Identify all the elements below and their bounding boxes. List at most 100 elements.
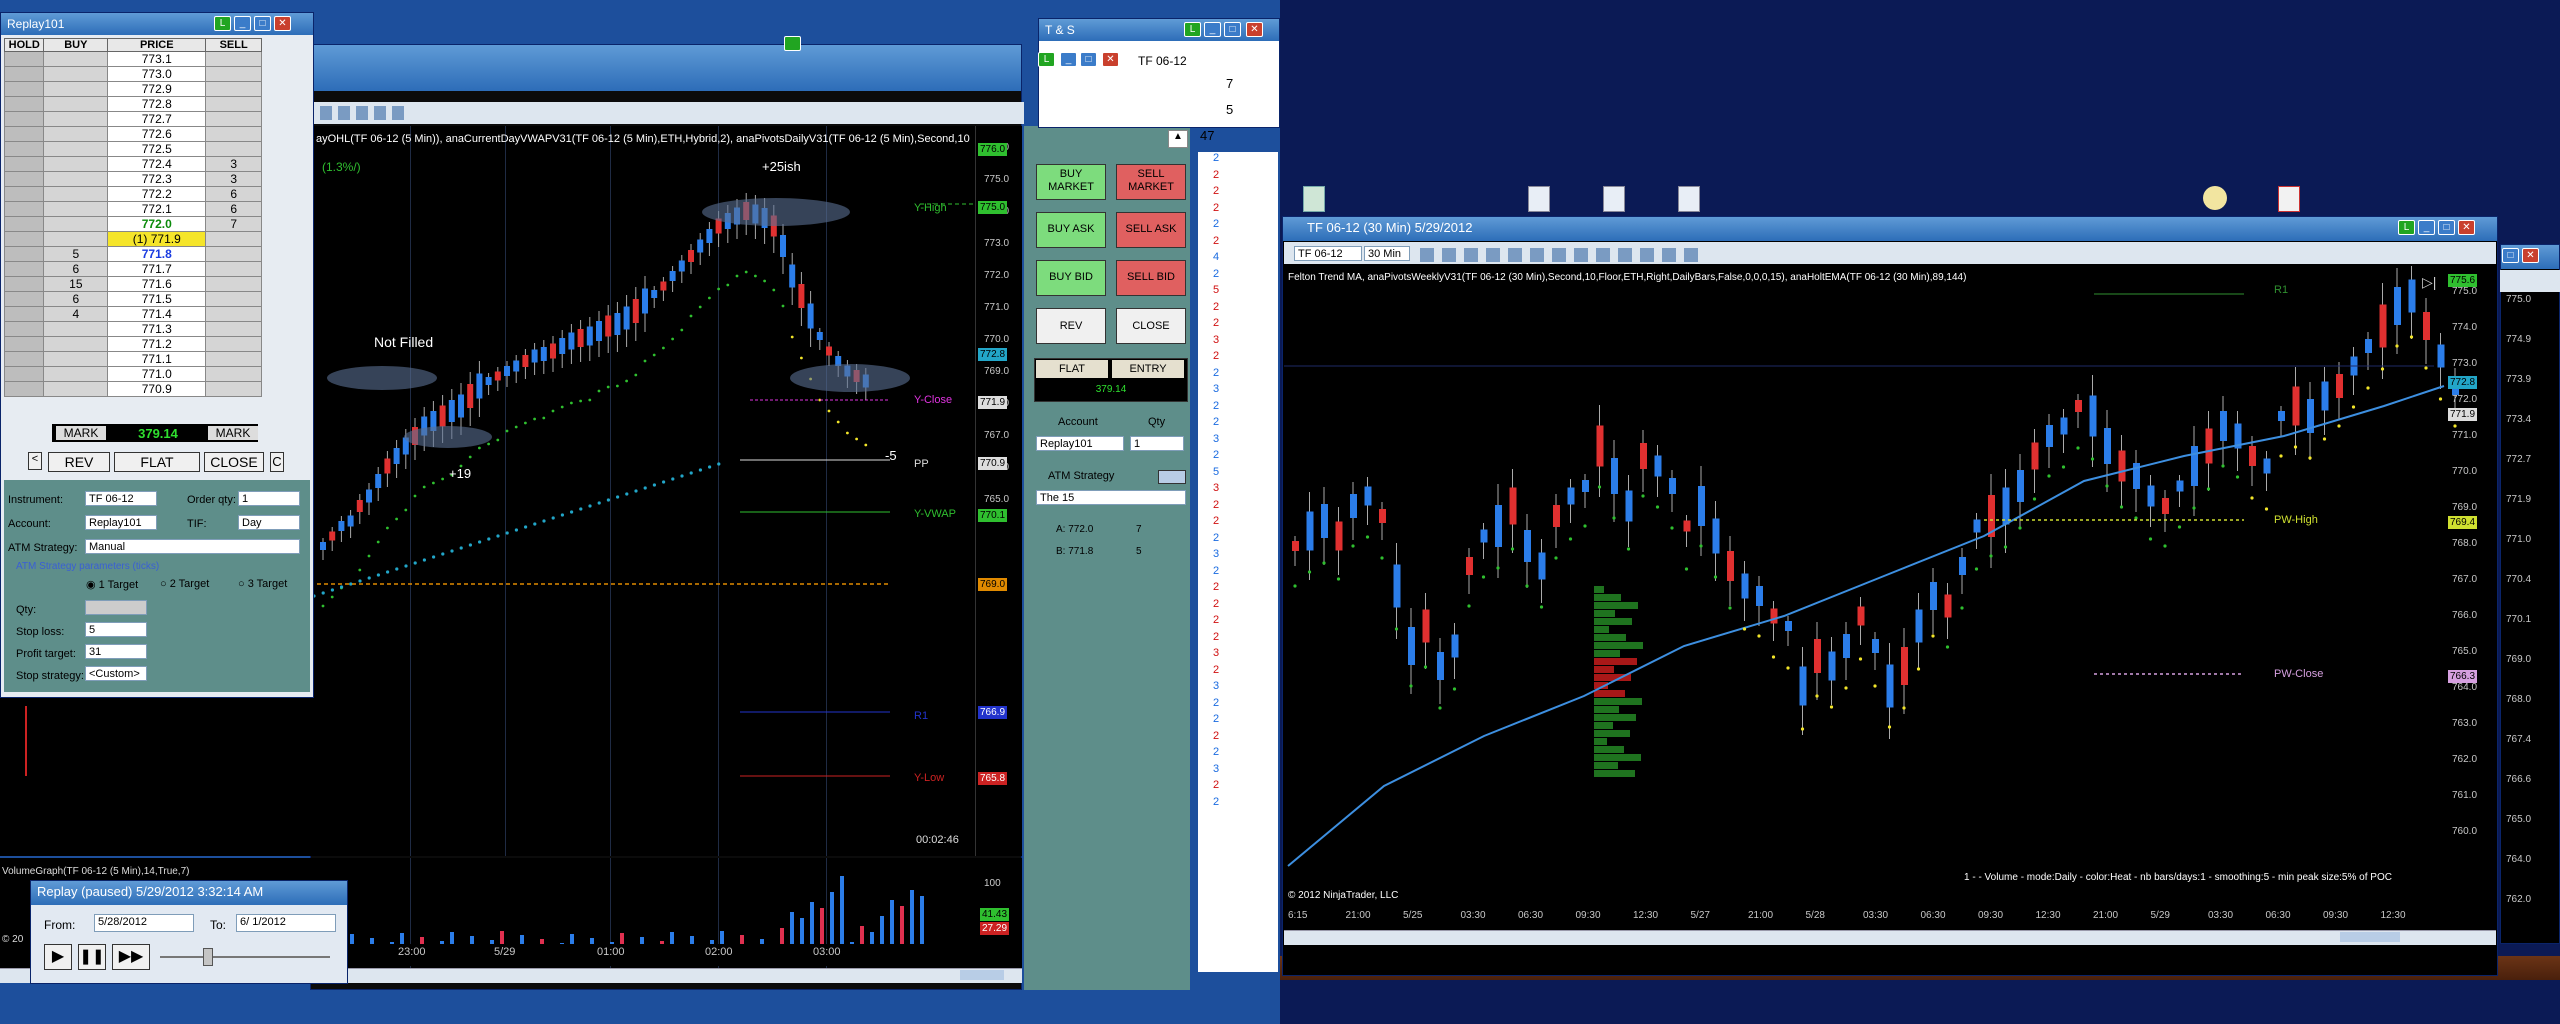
dom-row[interactable]: 772.6 — [3, 126, 262, 142]
dom-row[interactable]: 15 771.6 — [3, 276, 262, 292]
dom-row[interactable]: 772.7 — [3, 111, 262, 127]
ts-minimize-button[interactable]: _ — [1204, 22, 1221, 37]
qty-input[interactable] — [85, 600, 147, 615]
chart5-toolbar-icons[interactable] — [320, 106, 410, 120]
chart30-toolbar-icons[interactable] — [1420, 248, 1698, 262]
dom-sell-cell[interactable] — [205, 336, 262, 352]
dom-buy-cell[interactable]: 4 — [43, 306, 109, 322]
dom-sell-cell[interactable] — [205, 381, 262, 397]
dom-row[interactable]: 771.0 — [3, 366, 262, 382]
dom-sell-cell[interactable] — [205, 51, 262, 67]
pause-button[interactable]: ❚❚ — [78, 944, 106, 970]
dom-row[interactable]: 6 771.5 — [3, 291, 262, 307]
sell-ask-button[interactable]: SELL ASK — [1116, 212, 1186, 248]
document-icon-3[interactable] — [1678, 186, 1700, 212]
pdf-icon[interactable] — [2278, 186, 2300, 212]
link-button[interactable] — [784, 36, 801, 51]
replay-titlebar[interactable]: Replay (paused) 5/29/2012 3:32:14 AM — [31, 881, 347, 905]
dom-buy-cell[interactable] — [43, 381, 109, 397]
dom-sell-cell[interactable]: 3 — [205, 171, 262, 187]
dom-hold-cell[interactable] — [3, 171, 45, 187]
dom-buy-cell[interactable]: 6 — [43, 291, 109, 307]
dom-row[interactable]: 772.8 — [3, 96, 262, 112]
dom-sell-cell[interactable] — [205, 231, 262, 247]
buy-market-button[interactable]: BUY MARKET — [1036, 164, 1106, 200]
dom-hold-cell[interactable] — [3, 111, 45, 127]
replay-speed-slider[interactable] — [160, 956, 330, 958]
stop-strategy-select[interactable]: <Custom> — [85, 666, 147, 681]
dom-link-button[interactable]: L — [214, 16, 231, 31]
panel-qty-input[interactable]: 1 — [1130, 436, 1184, 451]
dom-buy-cell[interactable]: 15 — [43, 276, 109, 292]
dom-row[interactable]: 772.9 — [3, 81, 262, 97]
dom-sell-cell[interactable]: 3 — [205, 156, 262, 172]
panel-account-select[interactable]: Replay101 — [1036, 436, 1124, 451]
dom-buy-cell[interactable] — [43, 66, 109, 82]
dom-buy-cell[interactable] — [43, 366, 109, 382]
dom-row[interactable]: 5 771.8 — [3, 246, 262, 262]
stop-loss-input[interactable]: 5 — [85, 622, 147, 637]
atm-toggle[interactable] — [1158, 470, 1186, 484]
dom-hold-cell[interactable] — [3, 96, 45, 112]
chart30-maximize-button[interactable]: □ — [2438, 220, 2455, 235]
dom-buy-cell[interactable] — [43, 96, 109, 112]
dom-row[interactable]: 772.4 3 — [3, 156, 262, 172]
dom-sell-cell[interactable] — [205, 321, 262, 337]
chart30-minimize-button[interactable]: _ — [2418, 220, 2435, 235]
dom-hold-cell[interactable] — [3, 291, 45, 307]
atm-select[interactable]: Manual — [85, 539, 300, 554]
dom-buy-cell[interactable] — [43, 126, 109, 142]
ts-instrument[interactable]: TF 06-12 — [1138, 54, 1278, 70]
dom-row[interactable]: 771.2 — [3, 336, 262, 352]
dom-sell-cell[interactable] — [205, 291, 262, 307]
dom-sell-cell[interactable] — [205, 111, 262, 127]
panel-atm-select[interactable]: The 15 — [1036, 490, 1186, 505]
dom-sell-cell[interactable] — [205, 81, 262, 97]
dom-back-button[interactable]: < — [28, 452, 42, 470]
dom-buy-cell[interactable] — [43, 336, 109, 352]
dom-hold-cell[interactable] — [3, 141, 45, 157]
account-select[interactable]: Replay101 — [85, 515, 157, 530]
buy-ask-button[interactable]: BUY ASK — [1036, 212, 1106, 248]
rev-button[interactable]: REV — [1036, 308, 1106, 344]
dom-hold-cell[interactable] — [3, 381, 45, 397]
dom-sell-cell[interactable] — [205, 351, 262, 367]
chart-30min[interactable]: Felton Trend MA, anaPivotsWeeklyV31(TF 0… — [1284, 266, 2496, 906]
fast-forward-button[interactable]: ▶▶ — [112, 944, 150, 970]
dom-sell-cell[interactable] — [205, 246, 262, 262]
dom-sell-cell[interactable] — [205, 276, 262, 292]
replay-to-date[interactable]: 6/ 1/2012 — [236, 914, 336, 932]
dom-rev-button[interactable]: REV — [48, 452, 110, 472]
dom-row[interactable]: 4 771.4 — [3, 306, 262, 322]
dom-buy-cell[interactable] — [43, 201, 109, 217]
dom-flat-button[interactable]: FLAT — [114, 452, 200, 472]
ts-sub-close-button[interactable]: ✕ — [1102, 52, 1119, 67]
profit-target-input[interactable]: 31 — [85, 644, 147, 659]
dom-row[interactable]: 772.0 7 — [3, 216, 262, 232]
chart-far-close-button[interactable]: ✕ — [2522, 248, 2539, 263]
dom-buy-cell[interactable] — [43, 51, 109, 67]
dom-hold-cell[interactable] — [3, 231, 45, 247]
dom-hold-cell[interactable] — [3, 126, 45, 142]
dom-buy-cell[interactable] — [43, 111, 109, 127]
dom-buy-cell[interactable] — [43, 351, 109, 367]
dom-row[interactable]: 772.5 — [3, 141, 262, 157]
dom-buy-cell[interactable] — [43, 141, 109, 157]
chart30-close-button[interactable]: ✕ — [2458, 220, 2475, 235]
dom-buy-cell[interactable]: 5 — [43, 246, 109, 262]
ts-scroll-up[interactable]: ▲ — [1168, 130, 1188, 148]
instrument-select[interactable]: TF 06-12 — [85, 491, 157, 506]
dom-row[interactable]: 6 771.7 — [3, 261, 262, 277]
replay-from-date[interactable]: 5/28/2012 — [94, 914, 194, 932]
clock-icon[interactable] — [2203, 186, 2227, 210]
dom-buy-cell[interactable] — [43, 321, 109, 337]
dom-buy-cell[interactable] — [43, 186, 109, 202]
dom-sell-cell[interactable]: 7 — [205, 216, 262, 232]
dom-hold-cell[interactable] — [3, 336, 45, 352]
dom-row[interactable]: 772.3 3 — [3, 171, 262, 187]
dom-hold-cell[interactable] — [3, 246, 45, 262]
dom-row[interactable]: 770.9 — [3, 381, 262, 397]
dom-hold-cell[interactable] — [3, 186, 45, 202]
ts-sub-min-button[interactable]: _ — [1060, 52, 1077, 67]
dom-buy-cell[interactable] — [43, 156, 109, 172]
